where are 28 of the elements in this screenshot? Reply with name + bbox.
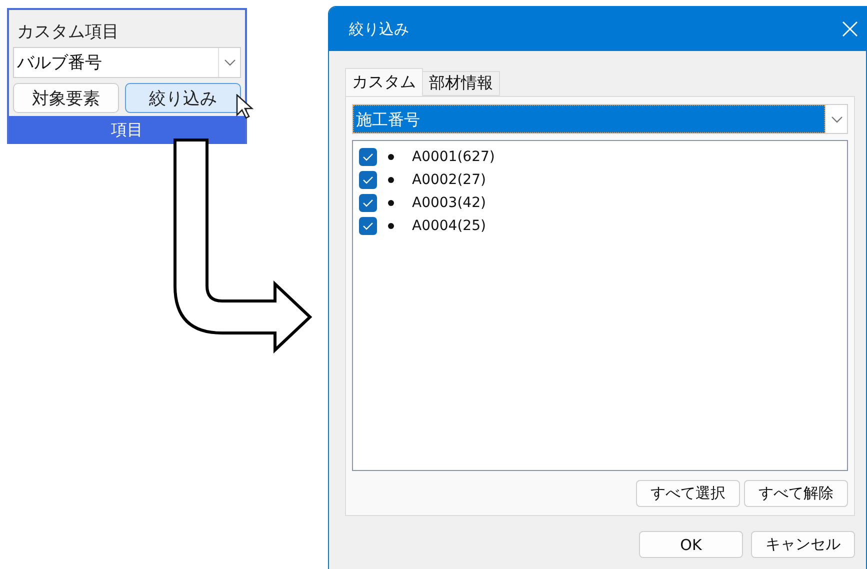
chevron-down-icon [224,59,236,66]
bullet-icon [388,223,394,229]
dropdown[interactable]: 施工番号 [352,104,848,134]
chevron-down-icon [830,116,842,122]
dialog-button[interactable]: キャンセル [751,531,855,558]
checkbox[interactable] [359,171,377,189]
dropdown[interactable]: バルブ番号 [13,47,241,78]
panel-heading: カスタム項目 [16,21,120,44]
item-label: A0004(25) [412,218,486,234]
checkbox[interactable] [359,148,377,166]
ribbon-button[interactable]: 対象要素 [13,83,120,113]
group-label: 項目 [9,116,245,144]
item-label: A0002(27) [412,172,486,188]
close-icon[interactable] [842,21,858,37]
cursor-icon [236,94,254,120]
bullet-icon [388,177,394,183]
list-button[interactable]: すべて解除 [744,480,848,507]
tab[interactable]: 部材情報 [422,71,500,96]
item-label: A0001(627) [412,149,495,165]
dialog-button[interactable]: OK [639,531,743,558]
checkbox[interactable] [359,194,377,212]
tab[interactable]: カスタム [345,68,423,96]
dialog-title: 絞り込み [349,20,409,38]
checkbox[interactable] [359,217,377,235]
bullet-icon [388,154,394,160]
bullet-icon [388,200,394,206]
item-label: A0003(42) [412,195,486,211]
list-button[interactable]: すべて選択 [636,480,740,507]
